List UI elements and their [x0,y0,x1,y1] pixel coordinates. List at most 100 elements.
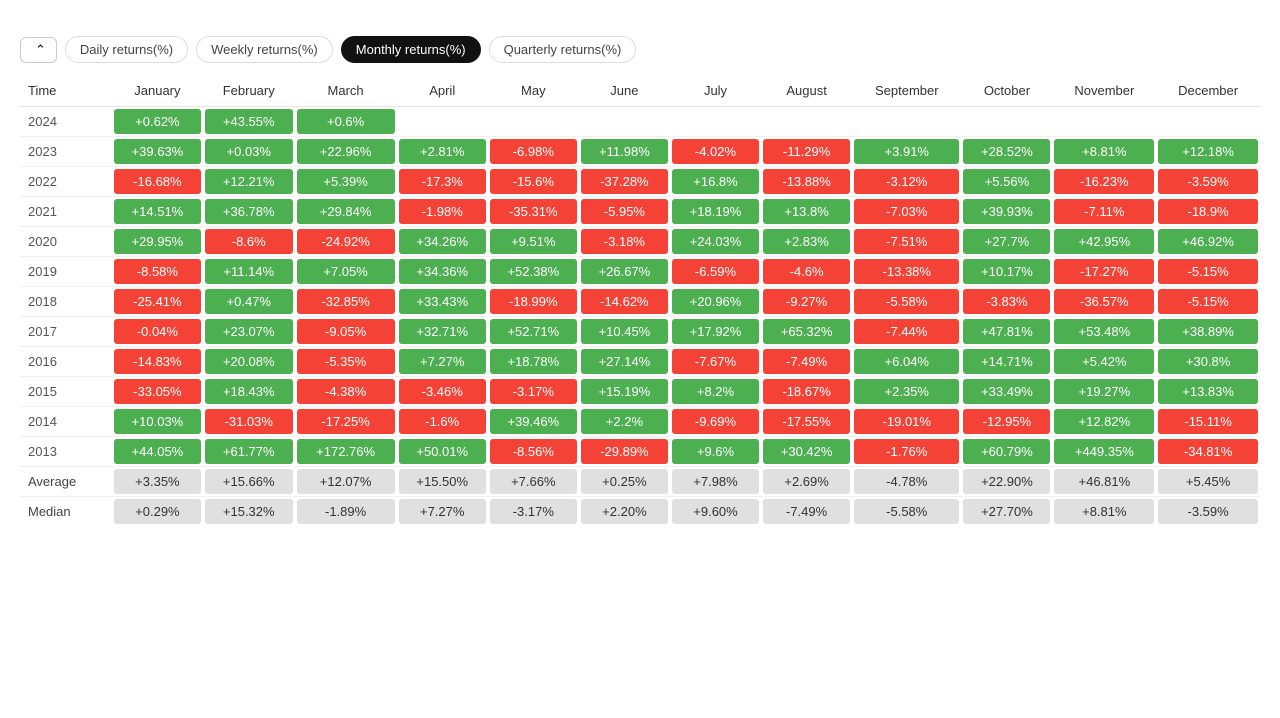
average-row: Average+3.35%+15.66%+12.07%+15.50%+7.66%… [20,467,1260,497]
value-cell: -5.35% [295,347,397,377]
value-cell: -3.17% [488,377,579,407]
value-cell: -8.6% [203,227,295,257]
value-cell: -4.02% [670,137,761,167]
value-cell: -19.01% [852,407,961,437]
value-cell: +53.48% [1052,317,1156,347]
value-cell: -24.92% [295,227,397,257]
column-header-november: November [1052,75,1156,107]
returns-table: TimeJanuaryFebruaryMarchAprilMayJuneJuly… [20,75,1260,526]
column-header-april: April [397,75,488,107]
value-cell: +36.78% [203,197,295,227]
value-cell [1156,107,1260,137]
value-cell: -7.49% [761,347,852,377]
value-cell: -15.11% [1156,407,1260,437]
column-header-july: July [670,75,761,107]
value-cell: +32.71% [397,317,488,347]
tab-weekly[interactable]: Weekly returns(%) [196,36,333,63]
value-cell: +12.21% [203,167,295,197]
value-cell: -5.95% [579,197,670,227]
value-cell: +24.03% [670,227,761,257]
tab-quarterly[interactable]: Quarterly returns(%) [489,36,637,63]
value-cell: -17.3% [397,167,488,197]
value-cell: -9.27% [761,287,852,317]
value-cell: +18.19% [670,197,761,227]
year-cell: 2024 [20,107,112,137]
average-cell: +2.69% [761,467,852,497]
value-cell: +0.03% [203,137,295,167]
value-cell: +12.82% [1052,407,1156,437]
median-cell: -3.59% [1156,497,1260,527]
average-cell: +46.81% [1052,467,1156,497]
year-cell: 2022 [20,167,112,197]
table-row: 2022-16.68%+12.21%+5.39%-17.3%-15.6%-37.… [20,167,1260,197]
value-cell: +52.38% [488,257,579,287]
average-cell: +0.25% [579,467,670,497]
value-cell: -29.89% [579,437,670,467]
median-row: Median+0.29%+15.32%-1.89%+7.27%-3.17%+2.… [20,497,1260,527]
value-cell: +6.04% [852,347,961,377]
median-cell: +15.32% [203,497,295,527]
median-cell: +27.70% [961,497,1052,527]
value-cell: -8.58% [112,257,203,287]
value-cell: -18.67% [761,377,852,407]
value-cell: +2.2% [579,407,670,437]
value-cell: +26.67% [579,257,670,287]
value-cell: +29.84% [295,197,397,227]
value-cell: +2.35% [852,377,961,407]
column-header-may: May [488,75,579,107]
table-row: 2023+39.63%+0.03%+22.96%+2.81%-6.98%+11.… [20,137,1260,167]
average-cell: +22.90% [961,467,1052,497]
value-cell: -1.76% [852,437,961,467]
value-cell: +38.89% [1156,317,1260,347]
table-row: 2016-14.83%+20.08%-5.35%+7.27%+18.78%+27… [20,347,1260,377]
value-cell: +19.27% [1052,377,1156,407]
value-cell: +44.05% [112,437,203,467]
average-cell: +7.66% [488,467,579,497]
median-cell: +7.27% [397,497,488,527]
column-header-august: August [761,75,852,107]
tab-daily[interactable]: Daily returns(%) [65,36,188,63]
table-row: 2024+0.62%+43.55%+0.6% [20,107,1260,137]
value-cell: +13.83% [1156,377,1260,407]
table-row: 2015-33.05%+18.43%-4.38%-3.46%-3.17%+15.… [20,377,1260,407]
column-header-december: December [1156,75,1260,107]
average-cell: +15.66% [203,467,295,497]
value-cell: -17.55% [761,407,852,437]
asset-selector[interactable]: ⌃ [20,37,57,63]
table-row: 2018-25.41%+0.47%-32.85%+33.43%-18.99%-1… [20,287,1260,317]
value-cell: +8.2% [670,377,761,407]
value-cell: -13.88% [761,167,852,197]
value-cell: +27.7% [961,227,1052,257]
value-cell: +9.6% [670,437,761,467]
value-cell: +27.14% [579,347,670,377]
value-cell: +20.96% [670,287,761,317]
value-cell: -6.59% [670,257,761,287]
median-cell: -7.49% [761,497,852,527]
value-cell: +0.6% [295,107,397,137]
year-cell: 2023 [20,137,112,167]
value-cell: +47.81% [961,317,1052,347]
tab-monthly[interactable]: Monthly returns(%) [341,36,481,63]
value-cell: +14.51% [112,197,203,227]
value-cell: -0.04% [112,317,203,347]
value-cell: +33.43% [397,287,488,317]
value-cell: +65.32% [761,317,852,347]
value-cell: +7.05% [295,257,397,287]
value-cell: -25.41% [112,287,203,317]
year-cell: 2016 [20,347,112,377]
value-cell: +30.42% [761,437,852,467]
value-cell: +39.46% [488,407,579,437]
value-cell: -3.59% [1156,167,1260,197]
value-cell: +46.92% [1156,227,1260,257]
median-cell: -1.89% [295,497,397,527]
average-cell: +12.07% [295,467,397,497]
value-cell: +61.77% [203,437,295,467]
value-cell: -34.81% [1156,437,1260,467]
value-cell: -6.98% [488,137,579,167]
value-cell [961,107,1052,137]
value-cell: -4.38% [295,377,397,407]
value-cell: +23.07% [203,317,295,347]
value-cell: -9.69% [670,407,761,437]
value-cell: +8.81% [1052,137,1156,167]
value-cell: +10.17% [961,257,1052,287]
